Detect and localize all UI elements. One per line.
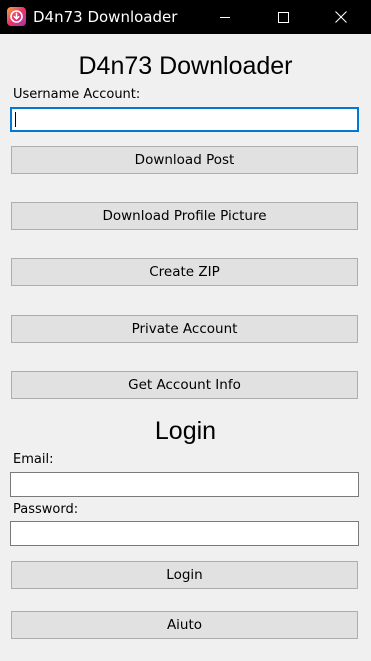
help-button[interactable]: Aiuto xyxy=(11,611,358,639)
create-zip-button[interactable]: Create ZIP xyxy=(11,258,358,286)
email-label: Email: xyxy=(13,452,54,467)
password-label: Password: xyxy=(13,502,79,517)
password-input[interactable] xyxy=(10,521,359,546)
close-icon xyxy=(335,11,347,23)
instagram-download-icon xyxy=(7,7,26,26)
username-label: Username Account: xyxy=(13,87,141,102)
maximize-button[interactable] xyxy=(260,0,306,34)
username-input[interactable] xyxy=(10,107,359,132)
window-title: D4n73 Downloader xyxy=(33,8,178,26)
text-caret xyxy=(15,112,16,127)
app-heading: D4n73 Downloader xyxy=(78,52,293,80)
download-post-button[interactable]: Download Post xyxy=(11,146,358,174)
title-bar[interactable]: D4n73 Downloader xyxy=(0,0,371,34)
close-button[interactable] xyxy=(318,0,364,34)
download-profile-picture-button[interactable]: Download Profile Picture xyxy=(11,202,358,230)
minimize-icon xyxy=(220,17,230,18)
email-input[interactable] xyxy=(10,472,359,497)
private-account-button[interactable]: Private Account xyxy=(11,315,358,343)
minimize-button[interactable] xyxy=(202,0,248,34)
login-button[interactable]: Login xyxy=(11,561,358,589)
get-account-info-button[interactable]: Get Account Info xyxy=(11,371,358,399)
login-heading: Login xyxy=(154,417,217,445)
maximize-icon xyxy=(278,12,289,23)
